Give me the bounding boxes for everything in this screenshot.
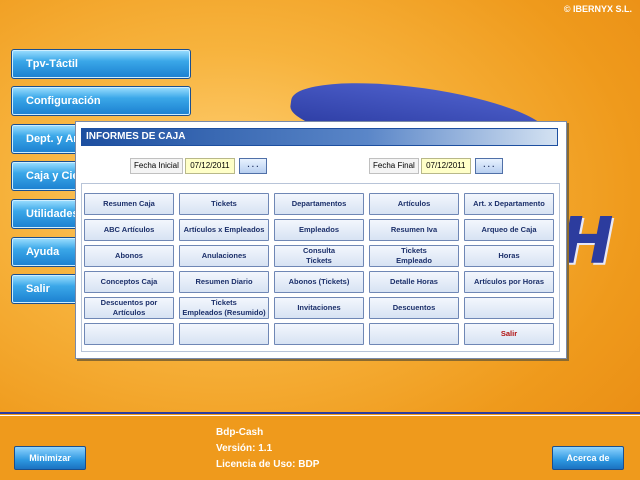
report-articulos-button[interactable]: Artículos — [369, 193, 459, 215]
report-departamentos-button[interactable]: Departamentos — [274, 193, 364, 215]
report-empty-button[interactable] — [274, 323, 364, 345]
fecha-final-field[interactable]: 07/12/2011 — [420, 158, 471, 174]
menu-configuracion[interactable]: Configuración — [11, 86, 191, 116]
report-empty-button[interactable] — [179, 323, 269, 345]
report-empty-button[interactable] — [84, 323, 174, 345]
report-art-x-departamento-button[interactable]: Art. x Departamento — [464, 193, 554, 215]
fecha-final-group: Fecha Final 07/12/2011 . . . — [369, 158, 503, 174]
report-articulos-x-empleados-button[interactable]: Artículos x Empleados — [179, 219, 269, 241]
report-resumen-diario-button[interactable]: Resumen Diario — [179, 271, 269, 293]
report-tickets-empleados-resumido-button[interactable]: Tickets Empleados (Resumido) — [179, 297, 269, 319]
report-conceptos-caja-button[interactable]: Conceptos Caja — [84, 271, 174, 293]
report-empty-button[interactable] — [369, 323, 459, 345]
report-abonos-button[interactable]: Abonos — [84, 245, 174, 267]
fecha-inicial-group: Fecha Inicial 07/12/2011 . . . — [130, 158, 267, 174]
footer-divider — [0, 412, 640, 414]
report-empleados-button[interactable]: Empleados — [274, 219, 364, 241]
app-name: Bdp-Cash — [216, 427, 264, 438]
report-anulaciones-button[interactable]: Anulaciones — [179, 245, 269, 267]
app-license: Licencia de Uso: BDP — [216, 459, 320, 470]
report-consulta-tickets-button[interactable]: Consulta Tickets — [274, 245, 364, 267]
fecha-inicial-picker-button[interactable]: . . . — [238, 158, 267, 174]
report-buttons-grid: Resumen Caja Tickets Departamentos Artíc… — [84, 193, 554, 345]
dialog-title: INFORMES DE CAJA — [81, 128, 558, 146]
dialog-salir-button[interactable]: Salir — [464, 323, 554, 345]
fecha-inicial-label: Fecha Inicial — [130, 158, 183, 174]
logo-letter: H — [560, 205, 614, 279]
report-tickets-button[interactable]: Tickets — [179, 193, 269, 215]
report-empty-button[interactable] — [464, 297, 554, 319]
report-buttons-panel: Resumen Caja Tickets Departamentos Artíc… — [81, 183, 560, 352]
report-descuentos-articulos-button[interactable]: Descuentos por Artículos — [84, 297, 174, 319]
report-invitaciones-button[interactable]: Invitaciones — [274, 297, 364, 319]
footer-bar — [0, 412, 640, 480]
app-version: Versión: 1.1 — [216, 443, 273, 454]
fecha-final-label: Fecha Final — [369, 158, 419, 174]
report-abc-articulos-button[interactable]: ABC Artículos — [84, 219, 174, 241]
informes-caja-dialog: INFORMES DE CAJA Fecha Inicial 07/12/201… — [75, 121, 567, 359]
report-tickets-empleado-button[interactable]: Tickets Empleado — [369, 245, 459, 267]
report-abonos-tickets-button[interactable]: Abonos (Tickets) — [274, 271, 364, 293]
copyright-text: © IBERNYX S.L. — [563, 4, 632, 14]
report-descuentos-button[interactable]: Descuentos — [369, 297, 459, 319]
minimize-button[interactable]: Minimizar — [14, 446, 86, 470]
report-resumen-iva-button[interactable]: Resumen Iva — [369, 219, 459, 241]
report-arqueo-caja-button[interactable]: Arqueo de Caja — [464, 219, 554, 241]
report-horas-button[interactable]: Horas — [464, 245, 554, 267]
report-detalle-horas-button[interactable]: Detalle Horas — [369, 271, 459, 293]
fecha-inicial-field[interactable]: 07/12/2011 — [184, 158, 235, 174]
report-resumen-caja-button[interactable]: Resumen Caja — [84, 193, 174, 215]
fecha-final-picker-button[interactable]: . . . — [474, 158, 503, 174]
report-articulos-por-horas-button[interactable]: Artículos por Horas — [464, 271, 554, 293]
about-button[interactable]: Acerca de — [552, 446, 624, 470]
footer-divider-highlight — [0, 415, 640, 416]
menu-tpv-tactil[interactable]: Tpv-Táctil — [11, 49, 191, 79]
